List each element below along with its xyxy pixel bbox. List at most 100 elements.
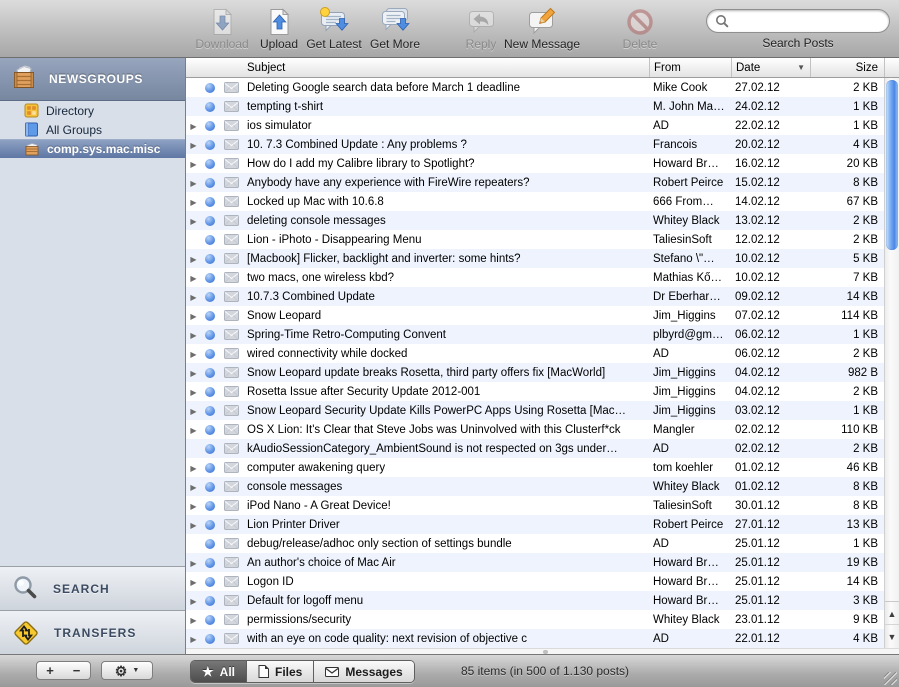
unread-dot-icon bbox=[201, 121, 219, 131]
message-envelope-icon bbox=[219, 215, 243, 226]
message-envelope-icon bbox=[219, 557, 243, 568]
disclosure-triangle-icon[interactable]: ▶ bbox=[186, 463, 201, 473]
disclosure-triangle-icon[interactable]: ▶ bbox=[186, 216, 201, 226]
date-cell: 04.02.12 bbox=[731, 386, 810, 398]
table-row[interactable]: ▶Snow Leopard Security Update Kills Powe… bbox=[186, 401, 884, 420]
unread-dot-icon bbox=[201, 520, 219, 530]
disclosure-triangle-icon[interactable]: ▶ bbox=[186, 501, 201, 511]
disclosure-triangle-icon[interactable]: ▶ bbox=[186, 311, 201, 321]
search-posts-field[interactable] bbox=[706, 9, 890, 33]
table-row[interactable]: ▶An author's choice of Mac AirHoward Br…… bbox=[186, 553, 884, 572]
table-row[interactable]: ▶deleting console messagesWhitey Black13… bbox=[186, 211, 884, 230]
disclosure-triangle-icon[interactable]: ▶ bbox=[186, 596, 201, 606]
search-section-header[interactable]: SEARCH bbox=[0, 566, 185, 610]
subject-cell: Spring-Time Retro-Computing Convent bbox=[243, 329, 649, 341]
disclosure-triangle-icon[interactable]: ▶ bbox=[186, 330, 201, 340]
table-row[interactable]: tempting t-shirtM. John Ma…24.02.121 KB bbox=[186, 97, 884, 116]
table-row[interactable]: ▶How do I add my Calibre library to Spot… bbox=[186, 154, 884, 173]
disclosure-triangle-icon[interactable]: ▶ bbox=[186, 482, 201, 492]
disclosure-spacer bbox=[186, 106, 201, 107]
search-posts-input[interactable] bbox=[733, 13, 881, 29]
table-row[interactable]: ▶OS X Lion: It's Clear that Steve Jobs w… bbox=[186, 420, 884, 439]
table-row[interactable]: ▶Default for logoff menuHoward Br…25.01.… bbox=[186, 591, 884, 610]
from-cell: Jim_Higgins bbox=[649, 310, 731, 322]
column-header-from[interactable]: From bbox=[649, 58, 731, 77]
get-more-button[interactable]: Get More bbox=[360, 5, 430, 51]
date-cell: 30.01.12 bbox=[731, 500, 810, 512]
window-resize-grip[interactable] bbox=[884, 672, 897, 685]
table-row[interactable]: kAudioSessionCategory_AmbientSound is no… bbox=[186, 439, 884, 458]
disclosure-triangle-icon[interactable]: ▶ bbox=[186, 520, 201, 530]
table-row[interactable]: ▶console messagesWhitey Black01.02.128 K… bbox=[186, 477, 884, 496]
table-row[interactable]: ▶Lion Printer DriverRobert Peirce27.01.1… bbox=[186, 515, 884, 534]
table-row[interactable]: ▶computer awakening querytom koehler01.0… bbox=[186, 458, 884, 477]
size-cell: 4 KB bbox=[810, 633, 884, 645]
table-row[interactable]: ▶Logon IDHoward Br…25.01.1214 KB bbox=[186, 572, 884, 591]
table-row[interactable]: ▶Snow Leopard update breaks Rosetta, thi… bbox=[186, 363, 884, 382]
disclosure-triangle-icon[interactable]: ▶ bbox=[186, 368, 201, 378]
table-row[interactable]: ▶Rosetta Issue after Security Update 201… bbox=[186, 382, 884, 401]
table-row[interactable]: debug/release/adhoc only section of sett… bbox=[186, 534, 884, 553]
scroll-up-arrow-icon[interactable]: ▲ bbox=[885, 601, 899, 625]
add-button[interactable]: + bbox=[36, 661, 64, 680]
unread-dot-icon bbox=[201, 463, 219, 473]
table-row[interactable]: ▶10.7.3 Combined UpdateDr Eberhar…09.02.… bbox=[186, 287, 884, 306]
filter-all-segment[interactable]: ★ All bbox=[191, 661, 247, 682]
filter-files-segment[interactable]: Files bbox=[247, 661, 314, 682]
get-latest-button[interactable]: Get Latest bbox=[299, 5, 369, 51]
date-cell: 22.02.12 bbox=[731, 120, 810, 132]
toolbar: Download Upload Get Latest Get More Repl bbox=[0, 0, 899, 58]
disclosure-triangle-icon[interactable]: ▶ bbox=[186, 197, 201, 207]
sidebar-item-directory[interactable]: Directory bbox=[0, 101, 185, 120]
disclosure-triangle-icon[interactable]: ▶ bbox=[186, 406, 201, 416]
column-header-size[interactable]: Size bbox=[810, 58, 884, 77]
subject-cell: iPod Nano - A Great Device! bbox=[243, 500, 649, 512]
table-row[interactable]: Lion - iPhoto - Disappearing MenuTaliesi… bbox=[186, 230, 884, 249]
action-gear-button[interactable]: ⚙ ▼ bbox=[101, 661, 153, 680]
disclosure-triangle-icon[interactable]: ▶ bbox=[186, 140, 201, 150]
disclosure-triangle-icon[interactable]: ▶ bbox=[186, 615, 201, 625]
disclosure-triangle-icon[interactable]: ▶ bbox=[186, 159, 201, 169]
size-cell: 67 KB bbox=[810, 196, 884, 208]
table-row[interactable]: ▶iPod Nano - A Great Device!TaliesinSoft… bbox=[186, 496, 884, 515]
table-row[interactable]: ▶Locked up Mac with 10.6.8666 From…14.02… bbox=[186, 192, 884, 211]
table-row[interactable]: ▶permissions/securityWhitey Black23.01.1… bbox=[186, 610, 884, 629]
table-row[interactable]: ▶[Macbook] Flicker, backlight and invert… bbox=[186, 249, 884, 268]
disclosure-triangle-icon[interactable]: ▶ bbox=[186, 178, 201, 188]
scroll-down-arrow-icon[interactable]: ▼ bbox=[885, 624, 899, 648]
disclosure-triangle-icon[interactable]: ▶ bbox=[186, 577, 201, 587]
disclosure-triangle-icon[interactable]: ▶ bbox=[186, 121, 201, 131]
disclosure-triangle-icon[interactable]: ▶ bbox=[186, 558, 201, 568]
table-row[interactable]: ▶ios simulatorAD22.02.121 KB bbox=[186, 116, 884, 135]
table-row[interactable]: ▶10. 7.3 Combined Update : Any problems … bbox=[186, 135, 884, 154]
unread-dot-icon bbox=[201, 615, 219, 625]
disclosure-triangle-icon[interactable]: ▶ bbox=[186, 349, 201, 359]
from-cell: AD bbox=[649, 120, 731, 132]
table-row[interactable]: ▶Spring-Time Retro-Computing Conventplby… bbox=[186, 325, 884, 344]
new-message-button[interactable]: New Message bbox=[497, 5, 587, 51]
disclosure-triangle-icon[interactable]: ▶ bbox=[186, 273, 201, 283]
unread-dot-icon bbox=[201, 539, 219, 549]
table-row[interactable]: ▶with an eye on code quality: next revis… bbox=[186, 629, 884, 648]
table-row[interactable]: ▶Anybody have any experience with FireWi… bbox=[186, 173, 884, 192]
newsgroups-section-header[interactable]: NEWSGROUPS bbox=[0, 58, 185, 101]
disclosure-triangle-icon[interactable]: ▶ bbox=[186, 387, 201, 397]
remove-button[interactable]: − bbox=[63, 661, 91, 680]
disclosure-triangle-icon[interactable]: ▶ bbox=[186, 292, 201, 302]
table-row[interactable]: ▶two macs, one wireless kbd?Mathias Kő…1… bbox=[186, 268, 884, 287]
column-header-date[interactable]: Date ▼ bbox=[731, 58, 810, 77]
table-row[interactable]: ▶Snow LeopardJim_Higgins07.02.12114 KB bbox=[186, 306, 884, 325]
column-header-subject[interactable]: Subject bbox=[243, 58, 649, 77]
disclosure-triangle-icon[interactable]: ▶ bbox=[186, 254, 201, 264]
transfers-section-header[interactable]: TRANSFERS bbox=[0, 610, 185, 655]
disclosure-triangle-icon[interactable]: ▶ bbox=[186, 634, 201, 644]
vertical-scrollbar[interactable]: ▲ ▼ bbox=[884, 78, 899, 648]
scrollbar-thumb[interactable] bbox=[886, 80, 898, 250]
table-row[interactable]: Deleting Google search data before March… bbox=[186, 78, 884, 97]
disclosure-triangle-icon[interactable]: ▶ bbox=[186, 425, 201, 435]
table-row[interactable]: ▶wired connectivity while dockedAD06.02.… bbox=[186, 344, 884, 363]
from-cell: Stefano \"… bbox=[649, 253, 731, 265]
sidebar-item-comp-sys-mac-misc[interactable]: comp.sys.mac.misc bbox=[0, 139, 185, 158]
filter-messages-segment[interactable]: Messages bbox=[314, 661, 413, 682]
sidebar-item-all-groups[interactable]: All Groups bbox=[0, 120, 185, 139]
